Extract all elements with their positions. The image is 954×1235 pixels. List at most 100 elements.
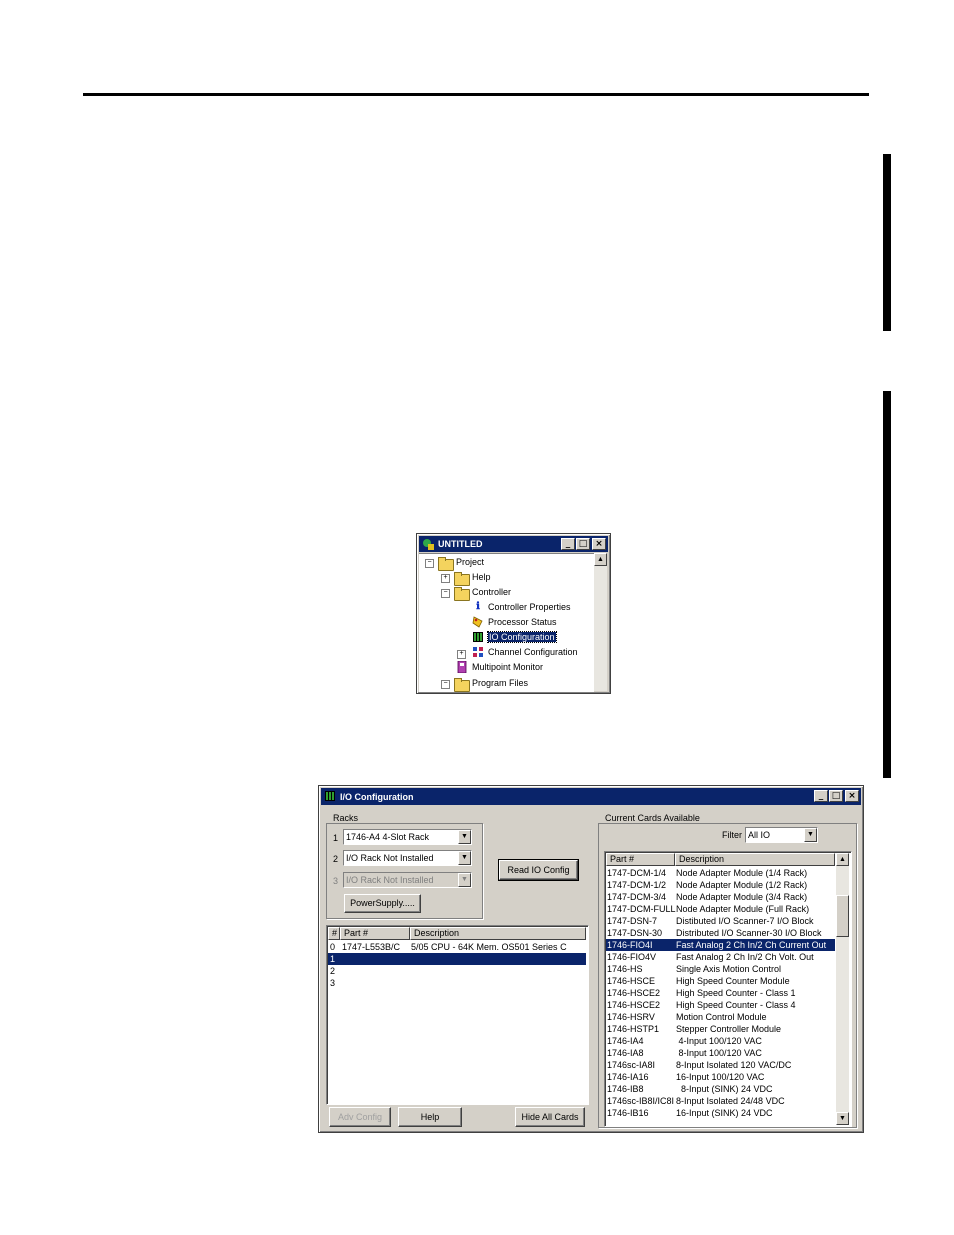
slot-row-selected[interactable]: 1 [328,953,586,965]
folder-icon [454,572,470,586]
slot-description-header[interactable]: Description [410,927,586,940]
tree-item-help[interactable]: Help [472,570,491,584]
cards-scrollbar[interactable]: ▲ ▼ [836,853,849,1125]
expand-toggle[interactable]: + [457,650,466,659]
racks-group-label: Racks [332,813,360,823]
card-row[interactable]: 1746-IB8 8-Input (SINK) 24 VDC [606,1083,835,1095]
minimize-button[interactable]: _ [814,790,828,802]
card-row[interactable]: 1746-IA8 8-Input 100/120 VAC [606,1047,835,1059]
header-rule [83,93,869,96]
card-row[interactable]: 1747-DCM-1/4 Node Adapter Module (1/4 Rac… [606,867,835,879]
cards-list[interactable]: Part # Description 1747-DCM-1/4 Node Adap… [604,851,852,1127]
card-desc: High Speed Counter - Class 1 [676,988,796,998]
filter-select[interactable]: All IO ▼ [745,827,818,843]
explorer-title-bar[interactable]: UNTITLED _ □ × [419,536,608,552]
card-row[interactable]: 1747-DCM-3/4 Node Adapter Module (3/4 Rac… [606,891,835,903]
close-button[interactable]: × [592,538,606,550]
card-desc: Fast Analog 2 Ch In/2 Ch Current Out [676,940,827,950]
collapse-toggle[interactable]: − [441,680,450,689]
tree-item-controller[interactable]: Controller [472,585,511,599]
rack-2-select[interactable]: I/O Rack Not Installed ▼ [343,850,472,866]
card-row[interactable]: 1746-HSRV Motion Control Module [606,1011,835,1023]
card-part-header[interactable]: Part # [606,853,675,866]
card-row[interactable]: 1746-HSCE2 High Speed Counter - Class 1 [606,987,835,999]
io-rack-icon [473,632,483,642]
io-configuration-window: I/O Configuration _ □ × Racks 1 1746-A4 … [318,785,864,1133]
help-button[interactable]: Help [398,1107,462,1127]
tree-item-program-files[interactable]: Program Files [472,676,528,690]
card-part: 1746-HS [607,964,643,974]
rack-1-select[interactable]: 1746-A4 4-Slot Rack ▼ [343,829,472,845]
slot-row[interactable]: 2 [328,965,586,977]
card-row[interactable]: 1746sc-IB8I/IC8I 8-Input Isolated 24/48 V… [606,1095,835,1107]
folder-icon [454,587,470,601]
dropdown-arrow-icon[interactable]: ▼ [458,830,471,844]
rack-3-number: 3 [333,876,339,886]
scroll-thumb[interactable] [836,895,849,937]
card-part: 1747-DCM-1/2 [607,880,667,890]
card-row[interactable]: 1746-IA4 4-Input 100/120 VAC [606,1035,835,1047]
slot-list[interactable]: # Part # Description 0 1747-L553B/C 5/05… [326,925,589,1105]
maximize-button[interactable]: □ [576,538,590,550]
tree-scrollbar[interactable]: ▲ [594,553,607,691]
card-desc: 8-Input Isolated 24/48 VDC [676,1096,785,1106]
maximize-button[interactable]: □ [829,790,843,802]
tree-item-io-configuration[interactable]: IO Configuration [487,630,557,644]
minimize-button[interactable]: _ [561,538,575,550]
slot-row[interactable]: 0 1747-L553B/C 5/05 CPU - 64K Mem. OS501… [328,941,586,953]
dropdown-arrow-icon[interactable]: ▼ [804,828,817,842]
rack-1-number: 1 [333,833,339,843]
card-row[interactable]: 1746-IB16 16-Input (SINK) 24 VDC [606,1107,835,1119]
power-supply-button[interactable]: PowerSupply..... [344,894,421,913]
card-desc: Node Adapter Module (1/2 Rack) [676,880,808,890]
card-description-header[interactable]: Description [675,853,835,866]
card-row[interactable]: 1746-IA16 16-Input 100/120 VAC [606,1071,835,1083]
card-desc: High Speed Counter - Class 4 [676,1000,796,1010]
slot-part: 1747-L553B/C [342,942,401,952]
hide-all-cards-button[interactable]: Hide All Cards [515,1107,585,1127]
folder-icon [438,557,454,571]
card-row[interactable]: 1746-HS Single Axis Motion Control [606,963,835,975]
filter-value: All IO [748,830,771,840]
tree-item-channel-configuration[interactable]: Channel Configuration [488,645,578,659]
card-row[interactable]: 1746-FIO4V Fast Analog 2 Ch In/2 Ch Volt.… [606,951,835,963]
card-row[interactable]: 1747-DCM-FULL Node Adapter Module (Full R… [606,903,835,915]
folder-icon [454,678,470,692]
tree-item-controller-properties[interactable]: Controller Properties [488,600,571,614]
tree-item-project[interactable]: Project [456,555,484,569]
card-row[interactable]: 1747-DCM-1/2 Node Adapter Module (1/2 Rac… [606,879,835,891]
card-row[interactable]: 1746-HSTP1 Stepper Controller Module [606,1023,835,1035]
close-button[interactable]: × [845,790,859,802]
scroll-down-arrow-icon[interactable]: ▼ [836,1112,849,1125]
card-part: 1746-HSTP1 [607,1024,660,1034]
card-row[interactable]: 1747-DSN-30 Distributed I/O Scanner-30 I/… [606,927,835,939]
slot-num: 3 [330,978,336,988]
tree-item-multipoint-monitor[interactable]: Multipoint Monitor [472,660,543,674]
card-row[interactable]: 1747-DSN-7 Distibuted I/O Scanner-7 I/O B… [606,915,835,927]
io-config-title: I/O Configuration [340,792,414,802]
slot-part-header[interactable]: Part # [340,927,410,940]
card-desc: High Speed Counter Module [676,976,790,986]
slot-row[interactable]: 3 [328,977,586,989]
slot-num-header[interactable]: # [328,927,340,940]
info-icon: ℹ [476,601,480,612]
scroll-up-arrow-icon[interactable]: ▲ [594,553,607,566]
card-desc: Distributed I/O Scanner-30 I/O Block [676,928,822,938]
card-row[interactable]: 1746sc-IA8I 8-Input Isolated 120 VAC/DC [606,1059,835,1071]
scroll-up-arrow-icon[interactable]: ▲ [836,853,849,866]
expand-toggle[interactable]: + [441,574,450,583]
read-io-config-button[interactable]: Read IO Config [498,859,579,881]
channel-config-icon [473,647,483,657]
card-part: 1746-FIO4V [607,952,657,962]
card-desc: Distibuted I/O Scanner-7 I/O Block [676,916,814,926]
collapse-toggle[interactable]: − [441,589,450,598]
card-row[interactable]: 1746-HSCE High Speed Counter Module [606,975,835,987]
io-config-title-bar[interactable]: I/O Configuration _ □ × [321,788,861,805]
rslogix-app-icon [422,538,434,550]
tree-item-processor-status[interactable]: Processor Status [488,615,557,629]
dropdown-arrow-icon[interactable]: ▼ [458,851,471,865]
card-row[interactable]: 1746-HSCE2 High Speed Counter - Class 4 [606,999,835,1011]
rack-2-number: 2 [333,854,339,864]
collapse-toggle[interactable]: − [425,559,434,568]
card-row-selected[interactable]: 1746-FIO4I Fast Analog 2 Ch In/2 Ch Curre… [606,939,835,951]
